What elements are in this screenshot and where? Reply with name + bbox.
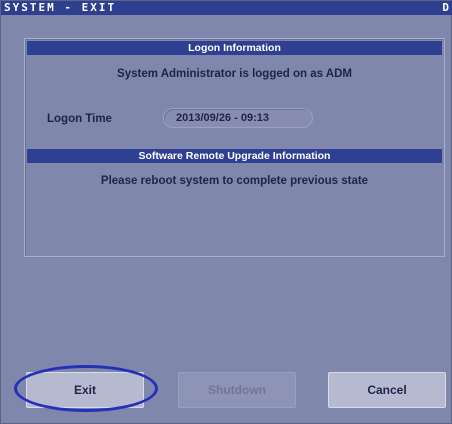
info-panel: Logon Information System Administrator i… xyxy=(24,38,445,257)
logon-message: System Administrator is logged on as ADM xyxy=(117,68,352,80)
shutdown-button: Shutdown xyxy=(178,372,296,408)
logon-information-header: Logon Information xyxy=(27,41,442,55)
logon-time-label: Logon Time xyxy=(47,113,112,125)
exit-button[interactable]: Exit xyxy=(26,372,144,408)
title-edge-text: D xyxy=(442,1,449,14)
logon-time-field: 2013/09/26 - 09:13 xyxy=(163,108,313,128)
upgrade-message: Please reboot system to complete previou… xyxy=(100,175,369,187)
system-exit-dialog: SYSTEM - EXIT D Logon Information System… xyxy=(0,0,452,424)
dialog-title: SYSTEM - EXIT xyxy=(1,1,452,15)
cancel-button[interactable]: Cancel xyxy=(328,372,446,408)
software-upgrade-header: Software Remote Upgrade Information xyxy=(27,149,442,163)
